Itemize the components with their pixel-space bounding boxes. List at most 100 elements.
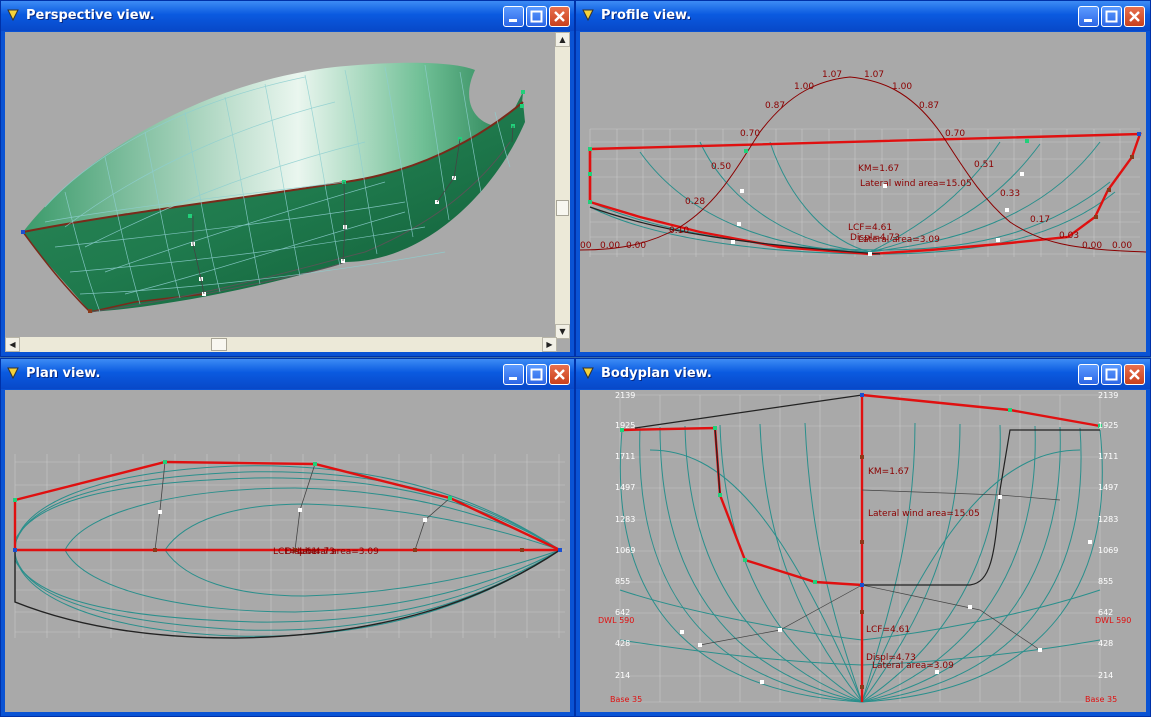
perspective-window: Perspective view. ▲ ▼ ◀ ▶ [0, 0, 575, 357]
lcf-label: LCF=4.61 [848, 223, 892, 233]
horizontal-scroll-thumb[interactable] [211, 338, 227, 351]
plan-canvas[interactable]: LCF=4.61 Displ=4.73 Lateral area=3.09 [5, 390, 570, 712]
left-scale: 2139 1925 1711 1497 1283 1069 855 642 42… [615, 391, 635, 680]
app-icon [582, 367, 594, 380]
svg-text:1925: 1925 [615, 421, 635, 430]
minimize-icon [509, 19, 517, 22]
maximize-button[interactable] [526, 6, 547, 27]
window-title: Plan view. [26, 366, 101, 381]
svg-text:428: 428 [615, 639, 630, 648]
svg-text:0.87: 0.87 [765, 101, 785, 111]
perspective-canvas[interactable]: ▲ ▼ ◀ ▶ [5, 32, 570, 352]
bodyplan-canvas[interactable]: 2139 1925 1711 1497 1283 1069 855 642 42… [580, 390, 1146, 712]
lateral-wind-area-label: Lateral wind area=15.05 [868, 509, 980, 519]
maximize-icon [1105, 368, 1118, 381]
hydrostatic-labels: KM=1.67 Lateral wind area=15.05 LCF=4.61… [866, 467, 980, 671]
svg-text:428: 428 [1098, 639, 1113, 648]
minimize-button[interactable] [503, 364, 524, 385]
lcf-label: LCF=4.61 [866, 625, 910, 635]
svg-text:1069: 1069 [1098, 546, 1118, 555]
svg-text:214: 214 [615, 671, 630, 680]
svg-text:2139: 2139 [1098, 391, 1118, 400]
svg-text:1.00: 1.00 [892, 82, 912, 92]
svg-text:0.28: 0.28 [685, 197, 705, 207]
maximize-button[interactable] [1101, 6, 1122, 27]
bodyplan-grid [619, 394, 1110, 703]
close-icon [554, 369, 565, 380]
svg-text:1711: 1711 [615, 452, 635, 461]
bodyplan-titlebar[interactable]: Bodyplan view. [576, 359, 1150, 389]
profile-canvas[interactable]: 1.00 1.07 1.07 1.00 0.87 0.87 0.70 0.70 … [580, 32, 1146, 352]
vertical-scrollbar[interactable]: ▲ ▼ [555, 32, 570, 339]
close-icon [1129, 11, 1140, 22]
svg-text:1.07: 1.07 [822, 70, 842, 80]
window-title: Profile view. [601, 8, 692, 23]
scroll-left-arrow-icon[interactable]: ◀ [5, 337, 20, 352]
maximize-icon [530, 10, 543, 23]
svg-text:855: 855 [1098, 577, 1113, 586]
maximize-button[interactable] [1101, 364, 1122, 385]
svg-text:0.00: 0.00 [626, 241, 646, 251]
close-button[interactable] [549, 364, 570, 385]
svg-text:0.87: 0.87 [919, 101, 939, 111]
close-icon [1129, 369, 1140, 380]
close-button[interactable] [549, 6, 570, 27]
control-net [154, 461, 451, 551]
dwl-left-label: DWL 590 [598, 616, 634, 625]
minimize-icon [509, 377, 517, 380]
svg-text:1925: 1925 [1098, 421, 1118, 430]
svg-text:0.00: 0.00 [1082, 241, 1102, 251]
svg-text:1069: 1069 [615, 546, 635, 555]
km-label: KM=1.67 [868, 467, 909, 477]
minimize-button[interactable] [1078, 364, 1099, 385]
reference-lines-labels: DWL 590 DWL 590 Base 35 Base 35 [598, 616, 1131, 704]
svg-text:0.70: 0.70 [945, 129, 965, 139]
minimize-button[interactable] [503, 6, 524, 27]
scroll-right-arrow-icon[interactable]: ▶ [542, 337, 557, 352]
app-icon [7, 367, 19, 380]
close-button[interactable] [1124, 6, 1145, 27]
maximize-icon [1105, 10, 1118, 23]
scroll-up-arrow-icon[interactable]: ▲ [555, 32, 570, 47]
plan-window: Plan view. LCF=4.61 Displ=4.73 Lateral a… [0, 358, 575, 717]
svg-text:0.70: 0.70 [740, 129, 760, 139]
profile-titlebar[interactable]: Profile view. [576, 1, 1150, 31]
svg-text:855: 855 [615, 577, 630, 586]
scroll-down-arrow-icon[interactable]: ▼ [555, 324, 570, 339]
svg-text:0.51: 0.51 [974, 160, 994, 170]
minimize-button[interactable] [1078, 6, 1099, 27]
horizontal-scrollbar[interactable]: ◀ ▶ [5, 337, 557, 352]
svg-text:0.33: 0.33 [1000, 189, 1020, 199]
hydrostatic-labels: LCF=4.61 Displ=4.73 Lateral area=3.09 [273, 547, 379, 557]
svg-text:00: 00 [580, 241, 592, 251]
app-icon [7, 9, 19, 22]
close-button[interactable] [1124, 364, 1145, 385]
km-label: KM=1.67 [858, 164, 899, 174]
svg-text:1.00: 1.00 [794, 82, 814, 92]
window-title: Perspective view. [26, 8, 155, 23]
lateral-area-label: Lateral area=3.09 [858, 235, 940, 245]
svg-text:1.07: 1.07 [864, 70, 884, 80]
svg-text:1283: 1283 [1098, 515, 1118, 524]
maximize-icon [530, 368, 543, 381]
perspective-titlebar[interactable]: Perspective view. [1, 1, 574, 31]
close-icon [554, 11, 565, 22]
svg-text:0.50: 0.50 [711, 162, 731, 172]
hull-surface [22, 62, 525, 313]
svg-text:1497: 1497 [615, 483, 635, 492]
lateral-area-label: Lateral area=3.09 [297, 547, 379, 557]
vertical-scroll-thumb[interactable] [556, 200, 569, 216]
plan-titlebar[interactable]: Plan view. [1, 359, 574, 389]
minimize-icon [1084, 377, 1092, 380]
minimize-icon [1084, 19, 1092, 22]
maximize-button[interactable] [526, 364, 547, 385]
bodyplan-window: Bodyplan view. 2139 1925 1711 1497 1283 … [575, 358, 1151, 717]
base-right-label: Base 35 [1085, 695, 1117, 704]
right-scale: 2139 1925 1711 1497 1283 1069 855 642 42… [1098, 391, 1118, 680]
svg-text:0.17: 0.17 [1030, 215, 1050, 225]
lateral-wind-area-label: Lateral wind area=15.05 [860, 179, 972, 189]
dwl-right-label: DWL 590 [1095, 616, 1131, 625]
svg-text:1283: 1283 [615, 515, 635, 524]
svg-text:1497: 1497 [1098, 483, 1118, 492]
svg-text:0.10: 0.10 [669, 226, 689, 236]
